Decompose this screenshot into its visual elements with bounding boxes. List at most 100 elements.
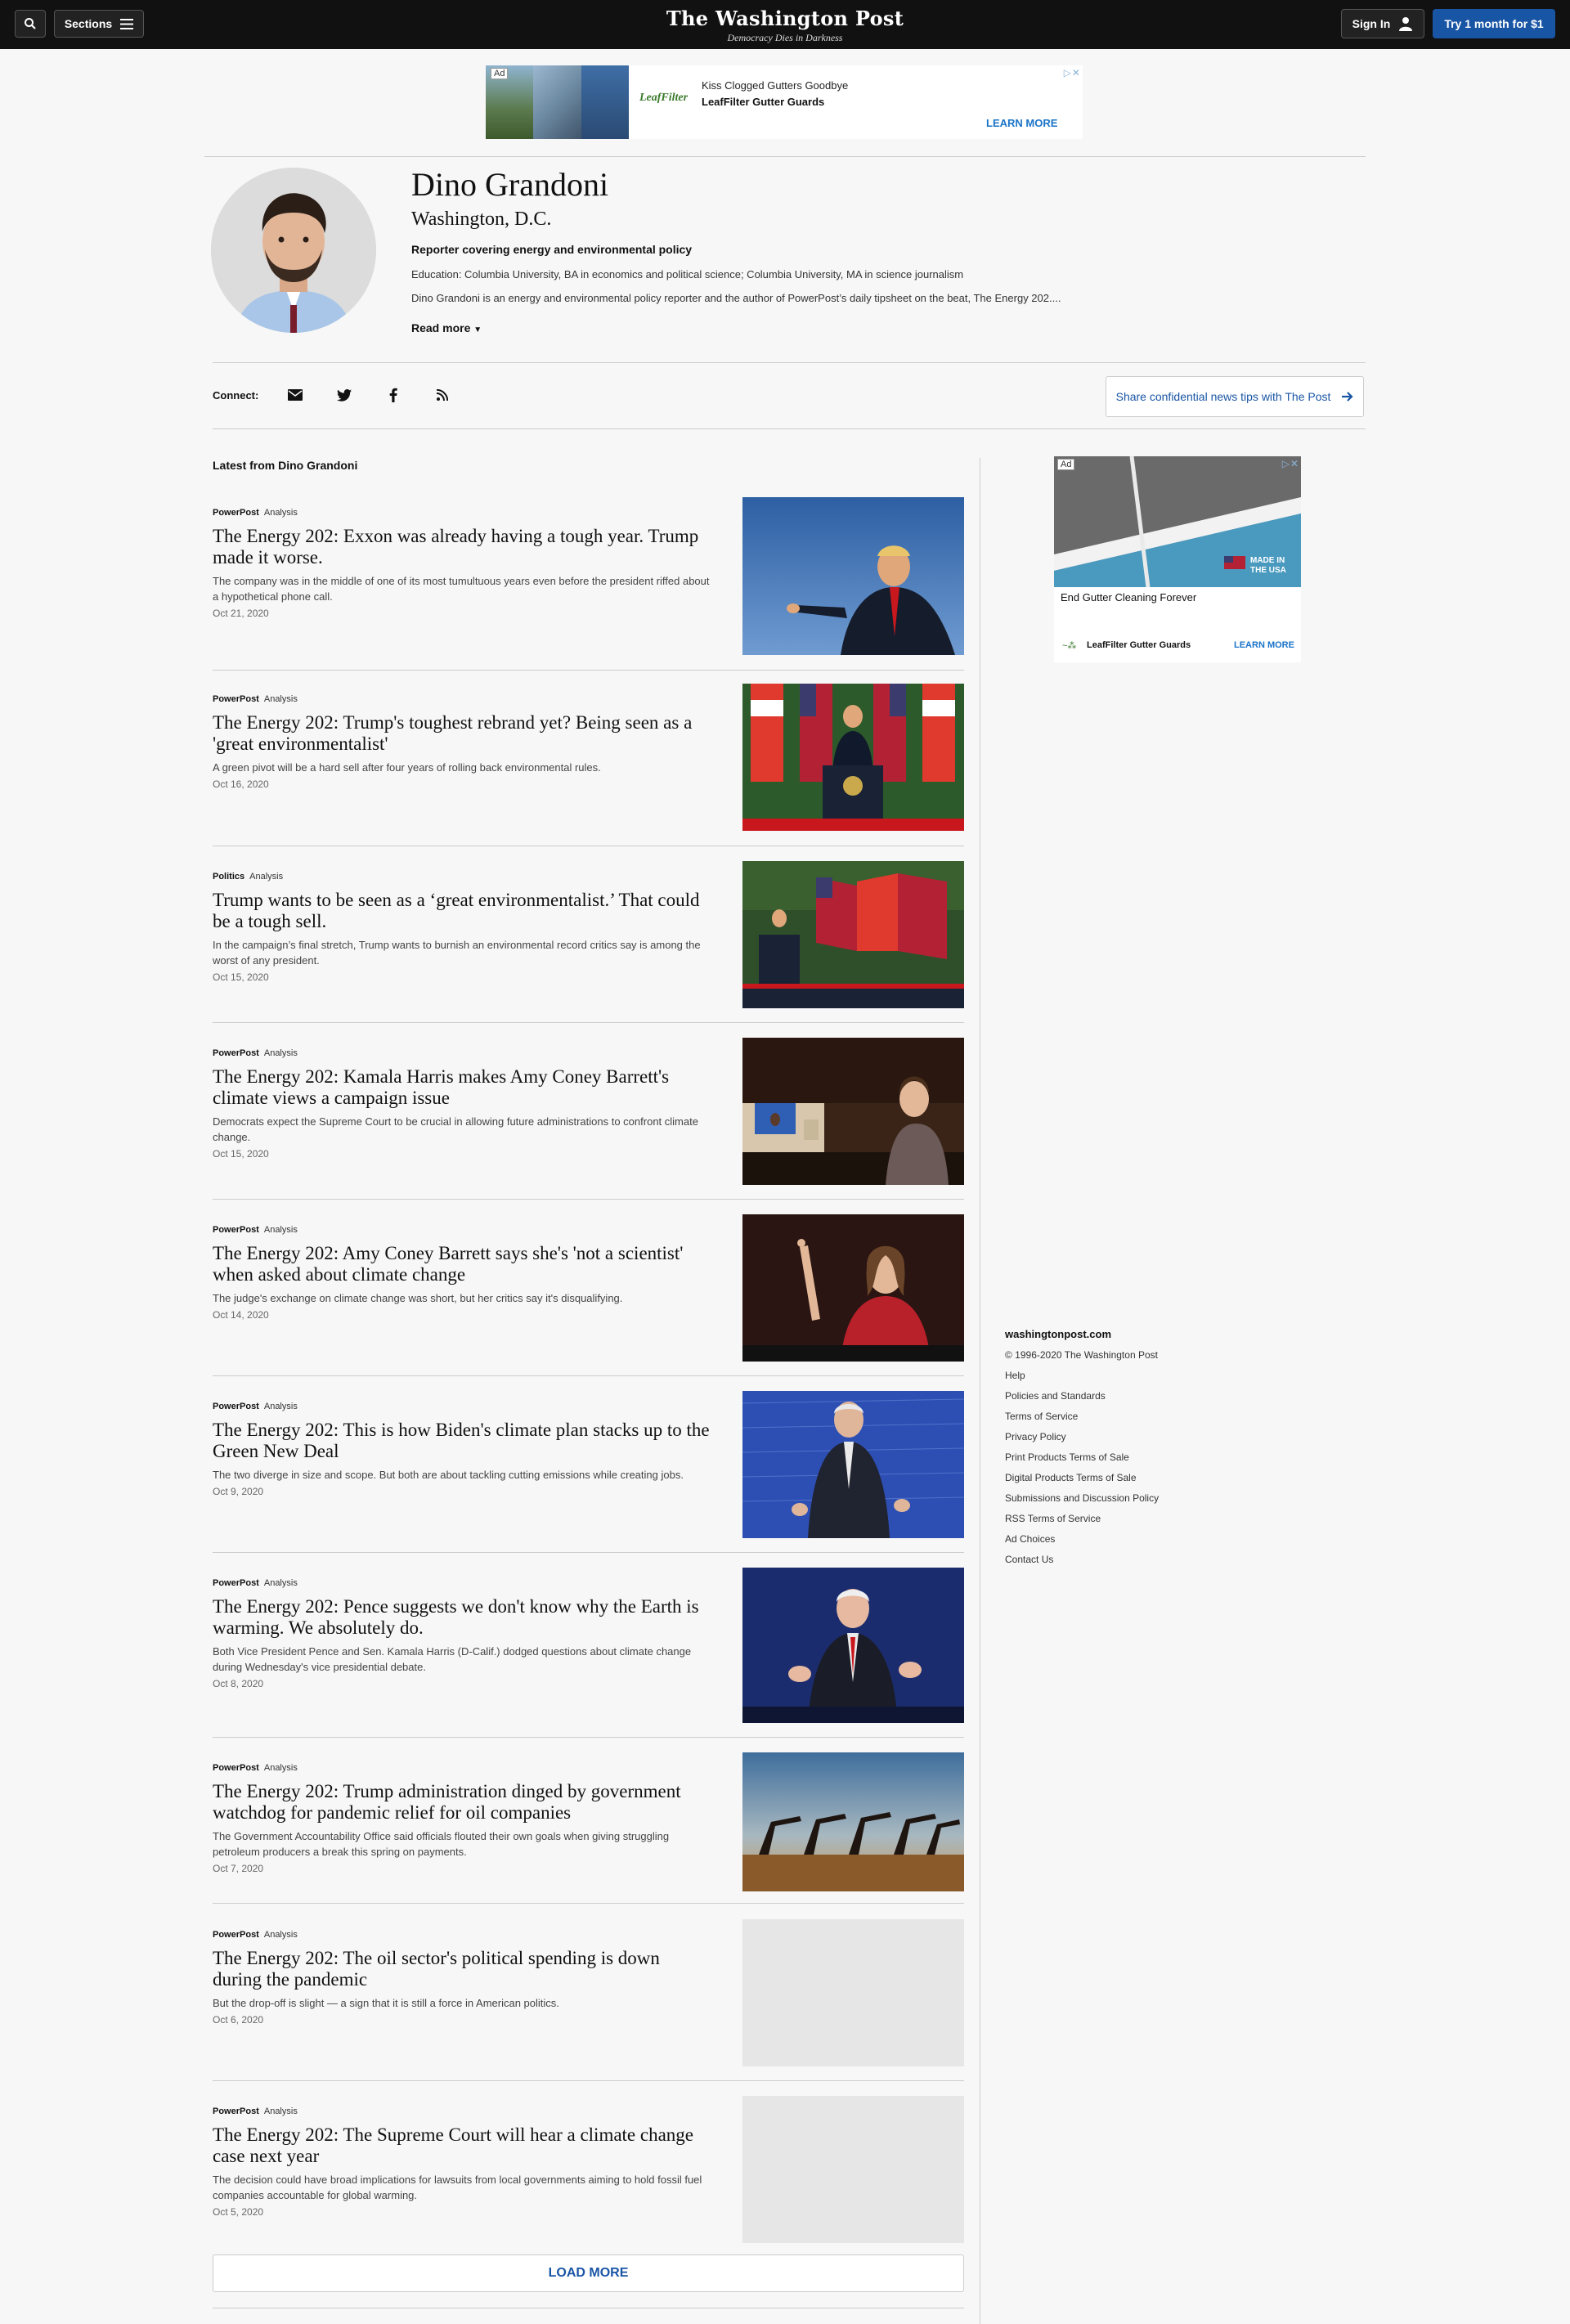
twitter-icon[interactable] [334, 385, 354, 405]
divider [213, 1022, 964, 1023]
article-label: Analysis [263, 1763, 298, 1773]
read-more-button[interactable]: Read more ▼ [411, 321, 482, 334]
footer-link[interactable]: Help [1005, 1369, 1283, 1389]
footer-link[interactable]: Ad Choices [1005, 1532, 1283, 1553]
article-section[interactable]: PowerPost [213, 1225, 259, 1235]
article-item[interactable]: PowerPost Analysis The Energy 202: The Su… [213, 2096, 964, 2243]
article-headline[interactable]: Trump wants to be seen as a ‘great envir… [213, 890, 711, 932]
article-section[interactable]: PowerPost [213, 1930, 259, 1940]
subscribe-button[interactable]: Try 1 month for $1 [1433, 9, 1555, 38]
sign-in-label: Sign In [1352, 17, 1391, 30]
footer-link[interactable]: Submissions and Discussion Policy [1005, 1492, 1283, 1512]
article-blurb: The decision could have broad implicatio… [213, 2174, 702, 2201]
footer-link[interactable]: Terms of Service [1005, 1410, 1283, 1430]
article-blurb: Both Vice President Pence and Sen. Kamal… [213, 1645, 692, 1673]
article-thumbnail-placeholder[interactable] [742, 1919, 964, 2066]
article-item[interactable]: PowerPost Analysis The Energy 202: Amy Co… [213, 1214, 964, 1362]
article-headline[interactable]: The Energy 202: Exxon was already having… [213, 526, 711, 568]
author-name: Dino Grandoni [411, 166, 609, 203]
article-blurb: The Government Accountability Office sai… [213, 1830, 670, 1858]
article-item[interactable]: PowerPost Analysis The Energy 202: The oi… [213, 1919, 964, 2066]
footer-link[interactable]: Privacy Policy [1005, 1430, 1283, 1451]
article-headline[interactable]: The Energy 202: This is how Biden's clim… [213, 1420, 711, 1462]
article-item[interactable]: PowerPost Analysis The Energy 202: Trump'… [213, 684, 964, 831]
article-label: Analysis [263, 1402, 298, 1411]
article-headline[interactable]: The Energy 202: The Supreme Court will h… [213, 2124, 711, 2167]
article-section[interactable]: PowerPost [213, 1763, 259, 1773]
article-headline[interactable]: The Energy 202: Trump's toughest rebrand… [213, 712, 711, 755]
divider [204, 156, 1366, 157]
article-blurb: The company was in the middle of one of … [213, 575, 710, 603]
article-headline[interactable]: The Energy 202: Trump administration din… [213, 1781, 711, 1824]
ad-learn-more[interactable]: LEARN MORE [1234, 640, 1294, 650]
footer-link[interactable]: Policies and Standards [1005, 1389, 1283, 1410]
article-section[interactable]: PowerPost [213, 2106, 259, 2116]
article-section[interactable]: PowerPost [213, 1578, 259, 1588]
sections-button[interactable]: Sections [54, 10, 144, 38]
article-item[interactable]: Politics Analysis Trump wants to be seen … [213, 861, 964, 1008]
article-section[interactable]: PowerPost [213, 1048, 259, 1058]
article-thumbnail[interactable] [742, 1214, 964, 1362]
article-thumbnail[interactable] [742, 1752, 964, 1891]
article-section[interactable]: PowerPost [213, 694, 259, 704]
article-label: Analysis [263, 1048, 298, 1058]
article-thumbnail[interactable] [742, 1038, 964, 1185]
load-more-button[interactable]: LOAD MORE [213, 2254, 964, 2292]
article-headline[interactable]: The Energy 202: Kamala Harris makes Amy … [213, 1066, 711, 1109]
footer-link[interactable]: Digital Products Terms of Sale [1005, 1471, 1283, 1492]
arrow-right-icon [1342, 392, 1353, 402]
article-section[interactable]: PowerPost [213, 508, 259, 518]
ad-tag: Ad [1057, 459, 1075, 470]
footer-link[interactable]: Print Products Terms of Sale [1005, 1451, 1283, 1471]
masthead-logo[interactable]: The Washington Post Democracy Dies in Da… [621, 7, 949, 44]
article-thumbnail[interactable] [742, 1391, 964, 1538]
ad-brand-logo: LeafFilter [639, 92, 689, 104]
divider [213, 1552, 964, 1553]
article-thumbnail[interactable] [742, 1568, 964, 1723]
footer-link[interactable]: Contact Us [1005, 1553, 1283, 1573]
news-tips-button[interactable]: Share confidential news tips with The Po… [1106, 376, 1364, 417]
article-blurb: A green pivot will be a hard sell after … [213, 761, 601, 774]
rss-icon[interactable] [433, 385, 452, 405]
sign-in-button[interactable]: Sign In [1341, 9, 1424, 38]
article-item[interactable]: PowerPost Analysis The Energy 202: This i… [213, 1391, 964, 1538]
article-headline[interactable]: The Energy 202: Amy Coney Barrett says s… [213, 1243, 711, 1285]
article-section[interactable]: PowerPost [213, 1402, 259, 1411]
article-item[interactable]: PowerPost Analysis The Energy 202: Exxon … [213, 497, 964, 655]
email-icon[interactable] [285, 385, 305, 405]
article-label: Analysis [263, 1930, 298, 1940]
article-section[interactable]: Politics [213, 872, 244, 882]
sidebar-ad[interactable]: Ad ▷✕ MADE IN THE USA End Gutter Cleanin… [1054, 456, 1301, 662]
ad-close-icon[interactable]: ▷✕ [1064, 67, 1081, 79]
article-item[interactable]: PowerPost Analysis The Energy 202: Kamala… [213, 1038, 964, 1185]
footer-link[interactable]: RSS Terms of Service [1005, 1512, 1283, 1532]
article-thumbnail[interactable] [742, 861, 964, 1008]
article-headline[interactable]: The Energy 202: The oil sector's politic… [213, 1948, 711, 1990]
article-item[interactable]: PowerPost Analysis The Energy 202: Pence … [213, 1568, 964, 1723]
footer-copyright: © 1996-2020 The Washington Post [1005, 1349, 1158, 1361]
author-role: Reporter covering energy and environment… [411, 243, 693, 256]
divider [213, 362, 1366, 363]
article-thumbnail[interactable] [742, 497, 964, 655]
article-item[interactable]: PowerPost Analysis The Energy 202: Trump … [213, 1752, 964, 1891]
author-avatar [211, 168, 376, 333]
article-thumbnail[interactable] [742, 684, 964, 831]
article-blurb: Democrats expect the Supreme Court to be… [213, 1115, 698, 1143]
ad-learn-more[interactable]: LEARN MORE [986, 117, 1057, 129]
author-bio: Dino Grandoni is an energy and environme… [411, 292, 1061, 304]
facebook-icon[interactable] [384, 385, 403, 405]
article-blurb: But the drop-off is slight — a sign that… [213, 1997, 559, 2009]
article-label: Analysis [263, 1578, 298, 1588]
top-banner-ad[interactable]: Ad ▷✕ LeafFilter Kiss Clogged Gutters Go… [486, 65, 1083, 139]
sections-label: Sections [64, 17, 113, 30]
user-icon [1399, 17, 1413, 31]
search-button[interactable] [15, 10, 46, 38]
article-headline[interactable]: The Energy 202: Pence suggests we don't … [213, 1596, 711, 1639]
divider [213, 2080, 964, 2081]
article-blurb: The two diverge in size and scope. But b… [213, 1469, 684, 1481]
made-in-usa-badge: MADE IN THE USA [1250, 556, 1286, 575]
article-thumbnail-placeholder[interactable] [742, 2096, 964, 2243]
divider [213, 1737, 964, 1738]
ad-close-icon[interactable]: ▷✕ [1282, 458, 1299, 469]
footer-site-name[interactable]: washingtonpost.com [1005, 1328, 1283, 1340]
